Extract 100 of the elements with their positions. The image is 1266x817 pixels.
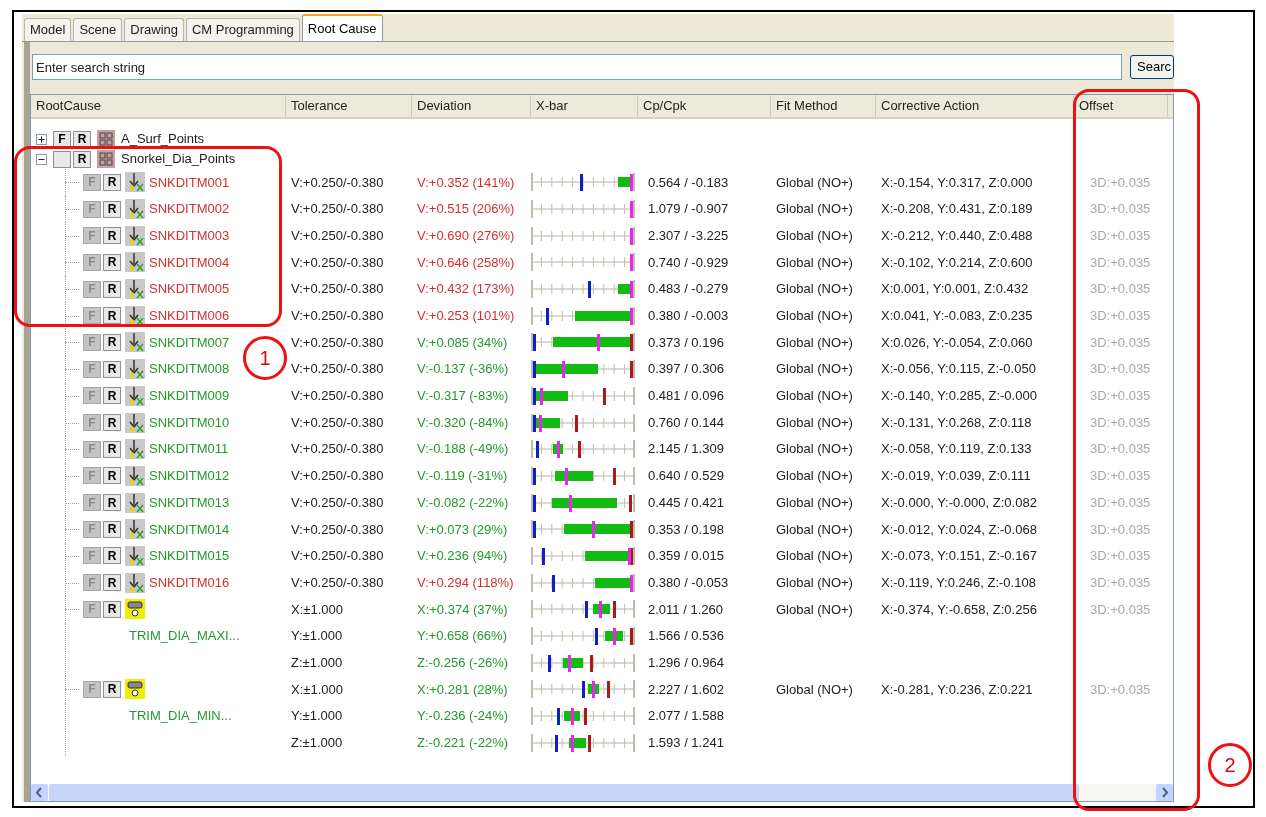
point-name[interactable]: SNKDITM010 xyxy=(149,412,230,433)
fit-method: Global (NO+) xyxy=(776,333,853,352)
expand-icon[interactable] xyxy=(36,133,47,145)
point-icon xyxy=(125,225,145,246)
cp-cpk-value: 0.481 / 0.096 xyxy=(648,387,724,406)
offset-value: 3D:+0.035 xyxy=(1090,200,1151,219)
cp-cpk-value: 0.397 / 0.306 xyxy=(648,360,724,379)
point-icon xyxy=(125,465,145,486)
column-header[interactable]: Corrective Action xyxy=(876,95,1074,117)
point-name[interactable]: SNKDITM012 xyxy=(149,466,230,486)
flag-toggle[interactable]: R xyxy=(73,150,91,168)
corrective-action: X:0.001, Y:0.001, Z:0.432 xyxy=(881,280,1029,299)
flag-toggle[interactable]: R xyxy=(103,494,121,512)
scroll-left-icon[interactable] xyxy=(31,784,48,801)
offset-value: 3D:+0.035 xyxy=(1090,253,1151,272)
cp-cpk-value: 0.760 / 0.144 xyxy=(648,413,724,432)
point-name[interactable]: SNKDITM013 xyxy=(149,492,230,513)
point-name[interactable]: SNKDITM001 xyxy=(149,172,230,193)
flag-toggle[interactable]: R xyxy=(103,467,121,485)
deviation-value: V:+0.352 (141%) xyxy=(417,173,515,192)
flag-toggle[interactable]: R xyxy=(103,227,121,245)
fit-method: Global (NO+) xyxy=(776,307,853,326)
search-field[interactable]: Enter search string xyxy=(32,54,1122,80)
corrective-action: X:0.041, Y:-0.083, Z:0.235 xyxy=(881,307,1033,326)
point-name[interactable]: SNKDITM006 xyxy=(149,306,230,326)
collapse-icon[interactable] xyxy=(36,153,47,165)
point-name[interactable]: SNKDITM003 xyxy=(149,225,230,246)
column-header[interactable]: Deviation xyxy=(412,95,531,117)
tab[interactable]: Root Cause xyxy=(301,14,383,41)
tab[interactable]: CM Programming xyxy=(186,18,300,41)
flag-toggle[interactable]: R xyxy=(103,253,121,271)
corrective-action: X:0.026, Y:-0.054, Z:0.060 xyxy=(881,333,1033,352)
point-name[interactable]: SNKDITM014 xyxy=(149,519,230,540)
feature-name[interactable]: TRIM_DIA_MIN... xyxy=(83,706,232,726)
deviation-value: V:+0.085 (34%) xyxy=(417,333,508,352)
point-name[interactable]: SNKDITM011 xyxy=(149,439,229,459)
group-name[interactable]: A_Surf_Points xyxy=(121,129,205,149)
horizontal-scrollbar[interactable] xyxy=(31,784,1173,801)
flag-toggle[interactable]: R xyxy=(103,680,121,698)
corrective-action: X:-0.281, Y:0.236, Z:0.221 xyxy=(881,680,1033,699)
offset-value: 3D:+0.035 xyxy=(1090,440,1151,459)
fit-method: Global (NO+) xyxy=(776,173,853,192)
tab[interactable]: Model xyxy=(24,18,72,41)
point-icon xyxy=(125,199,145,220)
flag-toggle[interactable]: R xyxy=(103,440,121,458)
point-name[interactable]: SNKDITM008 xyxy=(149,359,230,379)
tolerance-value: Y:±1.000 xyxy=(291,707,343,726)
flag-toggle[interactable]: R xyxy=(103,520,121,538)
column-header[interactable]: RootCause xyxy=(31,95,286,117)
corrective-action: X:-0.374, Y:-0.658, Z:0.256 xyxy=(881,600,1037,619)
offset-value: 3D:+0.035 xyxy=(1090,493,1151,512)
cp-cpk-value: 2.145 / 1.309 xyxy=(648,440,724,459)
group-name[interactable]: Snorkel_Dia_Points xyxy=(121,149,236,169)
cp-cpk-value: 2.227 / 1.602 xyxy=(648,680,724,699)
cp-cpk-value: 1.079 / -0.907 xyxy=(648,200,729,219)
column-header[interactable]: Tolerance xyxy=(286,95,412,117)
flag-toggle[interactable]: R xyxy=(103,333,121,351)
flag-toggle[interactable]: R xyxy=(103,600,121,618)
column-header[interactable]: Offset xyxy=(1074,95,1168,117)
tolerance-value: V:+0.250/-0.380 xyxy=(291,520,384,539)
flag-toggle[interactable]: R xyxy=(103,360,121,378)
flag-toggle[interactable]: R xyxy=(103,307,121,325)
point-name[interactable]: SNKDITM016 xyxy=(149,572,230,593)
flag-toggle[interactable]: R xyxy=(103,574,121,592)
search-button[interactable]: Searc xyxy=(1130,55,1174,79)
tab[interactable]: Scene xyxy=(73,18,123,41)
feature-name[interactable]: TRIM_DIA_MAXI... xyxy=(83,626,240,646)
column-header[interactable]: X-bar xyxy=(531,95,638,117)
cp-cpk-value: 0.640 / 0.529 xyxy=(648,467,724,486)
corrective-action: X:-0.056, Y:0.115, Z:-0.050 xyxy=(881,360,1036,379)
flag-toggle[interactable]: R xyxy=(103,280,121,298)
deviation-value: V:+0.294 (118%) xyxy=(417,573,514,592)
column-header[interactable]: Fit Method xyxy=(771,95,876,117)
scroll-right-icon[interactable] xyxy=(1156,784,1173,801)
tolerance-value: V:+0.250/-0.380 xyxy=(291,173,384,192)
point-name[interactable]: SNKDITM002 xyxy=(149,199,230,219)
offset-value: 3D:+0.035 xyxy=(1090,680,1151,699)
flag-toggle[interactable]: R xyxy=(103,387,121,405)
deviation-value: X:+0.374 (37%) xyxy=(417,600,508,619)
point-name[interactable]: SNKDITM015 xyxy=(149,546,230,566)
flag-toggle[interactable]: R xyxy=(103,200,121,218)
column-header[interactable]: Cp/Cpk xyxy=(638,95,771,117)
fit-method: Global (NO+) xyxy=(776,520,853,539)
cp-cpk-value: 0.740 / -0.929 xyxy=(648,253,729,272)
fit-method: Global (NO+) xyxy=(776,680,853,699)
flag-toggle[interactable]: R xyxy=(103,547,121,565)
tab[interactable]: Drawing xyxy=(124,18,184,41)
point-name[interactable]: SNKDITM004 xyxy=(149,252,230,273)
deviation-value: V:+0.253 (101%) xyxy=(417,307,515,326)
corrective-action: X:-0.102, Y:0.214, Z:0.600 xyxy=(881,253,1033,272)
fit-method: Global (NO+) xyxy=(776,387,853,406)
point-name[interactable]: SNKDITM005 xyxy=(149,279,230,299)
flag-toggle[interactable]: R xyxy=(103,173,121,191)
point-name[interactable]: SNKDITM007 xyxy=(149,332,230,353)
flag-toggle[interactable] xyxy=(53,150,71,168)
offset-value: 3D:+0.035 xyxy=(1090,573,1151,592)
point-name[interactable]: SNKDITM009 xyxy=(149,386,230,406)
corrective-action: X:-0.131, Y:0.268, Z:0.118 xyxy=(881,413,1032,432)
flag-toggle[interactable]: R xyxy=(103,414,121,432)
deviation-value: V:-0.188 (-49%) xyxy=(417,440,509,459)
